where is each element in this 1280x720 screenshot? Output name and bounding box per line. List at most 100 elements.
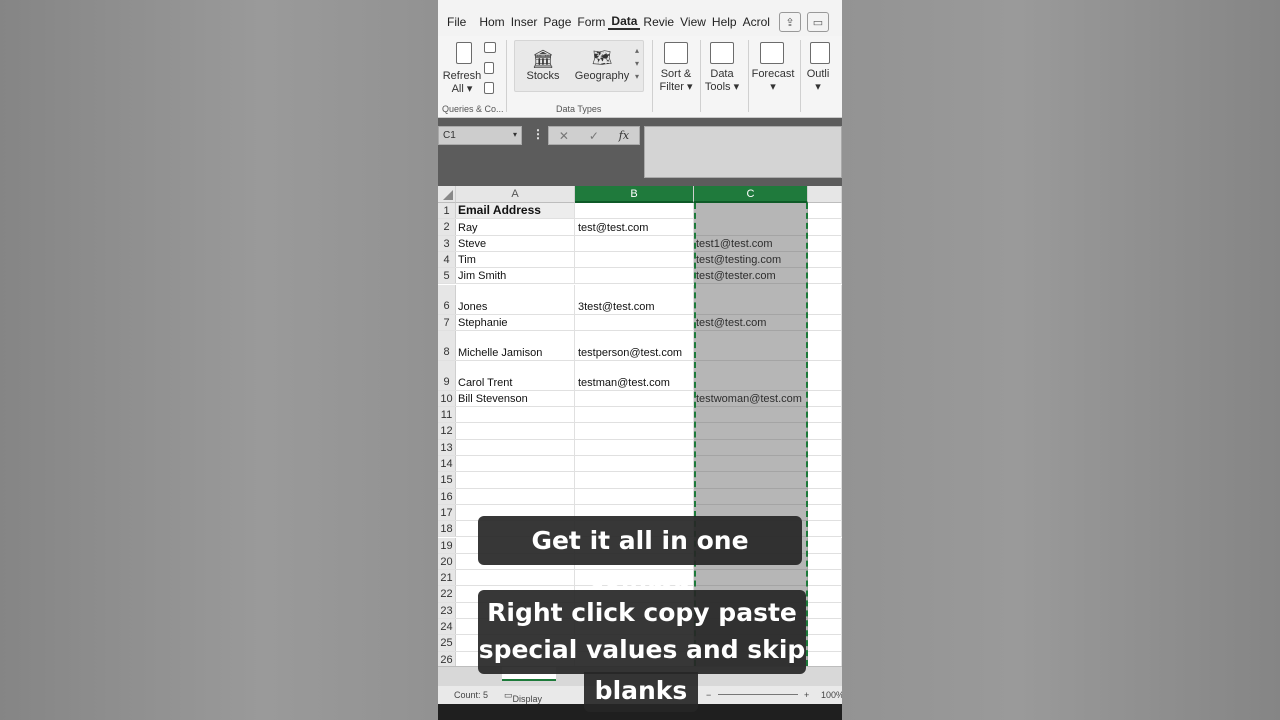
cell-d-13[interactable] bbox=[808, 439, 842, 455]
cell-c-7[interactable]: test@test.com bbox=[694, 314, 808, 330]
cell-d-14[interactable] bbox=[808, 456, 842, 472]
geography-button[interactable]: 🗺 Geography bbox=[574, 48, 630, 83]
cell-c-5[interactable]: test@tester.com bbox=[694, 268, 808, 284]
cell-d-24[interactable] bbox=[808, 619, 842, 635]
cell-c-21[interactable] bbox=[694, 570, 808, 586]
column-header-b[interactable]: B bbox=[575, 186, 694, 203]
cell-b-15[interactable] bbox=[575, 472, 694, 488]
column-header-a[interactable]: A bbox=[456, 186, 575, 203]
data-tools-button[interactable]: Data Tools ▾ bbox=[702, 68, 742, 94]
cell-d-19[interactable] bbox=[808, 537, 842, 553]
active-cell-c1[interactable] bbox=[696, 203, 806, 219]
cell-d-11[interactable] bbox=[808, 407, 842, 423]
column-header-d[interactable] bbox=[808, 186, 842, 203]
cell-a-13[interactable] bbox=[456, 439, 575, 455]
cell-d-23[interactable] bbox=[808, 602, 842, 618]
insert-function-icon[interactable]: fx bbox=[619, 129, 629, 142]
cell-d-1[interactable] bbox=[808, 203, 842, 219]
cell-d-6[interactable] bbox=[808, 284, 842, 314]
select-all-button[interactable] bbox=[438, 186, 456, 203]
cell-b-10[interactable] bbox=[575, 390, 694, 407]
cell-a-6[interactable]: Jones bbox=[456, 284, 575, 314]
row-header[interactable]: 5 bbox=[438, 268, 456, 284]
row-header[interactable]: 17 bbox=[438, 504, 456, 521]
outline-button[interactable]: Outli ▾ bbox=[802, 68, 834, 94]
tab-data[interactable]: Data bbox=[608, 14, 641, 30]
cell-c-11[interactable] bbox=[694, 407, 808, 423]
cell-a-9[interactable]: Carol Trent bbox=[456, 360, 575, 390]
tab-home[interactable]: Hom bbox=[476, 15, 507, 29]
tab-page-layout[interactable]: Page bbox=[540, 15, 574, 29]
row-header[interactable]: 16 bbox=[438, 488, 456, 504]
cell-a-2[interactable]: Ray bbox=[456, 219, 575, 235]
cell-c-6[interactable] bbox=[694, 284, 808, 314]
cell-c-4[interactable]: test@testing.com bbox=[694, 251, 808, 268]
row-header[interactable]: 22 bbox=[438, 586, 456, 602]
cell-a-10[interactable]: Bill Stevenson bbox=[456, 390, 575, 407]
cell-b-3[interactable] bbox=[575, 235, 694, 251]
cell-d-21[interactable] bbox=[808, 570, 842, 586]
cell-c-15[interactable] bbox=[694, 472, 808, 488]
queries-icon[interactable] bbox=[484, 42, 496, 53]
gallery-scroll[interactable]: ▴ ▾ ▾ bbox=[631, 44, 643, 83]
forecast-button[interactable]: Forecast ▾ bbox=[750, 68, 796, 94]
cell-d-10[interactable] bbox=[808, 390, 842, 407]
cell-d-18[interactable] bbox=[808, 521, 842, 537]
cell-c-8[interactable] bbox=[694, 330, 808, 360]
cell-d-26[interactable] bbox=[808, 651, 842, 667]
cell-d-12[interactable] bbox=[808, 423, 842, 439]
cell-a-4[interactable]: Tim bbox=[456, 251, 575, 268]
refresh-all-button[interactable]: Refresh All ▾ bbox=[442, 70, 482, 96]
row-header[interactable]: 6 bbox=[438, 284, 456, 314]
cell-a-12[interactable] bbox=[456, 423, 575, 439]
cell-c-12[interactable] bbox=[694, 423, 808, 439]
cell-d-3[interactable] bbox=[808, 235, 842, 251]
row-header[interactable]: 12 bbox=[438, 423, 456, 439]
cell-c-9[interactable] bbox=[694, 360, 808, 390]
formula-input[interactable] bbox=[644, 126, 842, 178]
zoom-slider[interactable] bbox=[718, 694, 798, 695]
cell-d-20[interactable] bbox=[808, 553, 842, 570]
row-header[interactable]: 3 bbox=[438, 235, 456, 251]
cell-b-14[interactable] bbox=[575, 456, 694, 472]
tab-view[interactable]: View bbox=[677, 15, 709, 29]
tab-review[interactable]: Revie bbox=[640, 15, 677, 29]
cell-b-12[interactable] bbox=[575, 423, 694, 439]
cell-c-16[interactable] bbox=[694, 488, 808, 504]
cancel-icon[interactable]: ✕ bbox=[559, 129, 569, 143]
cell-d-7[interactable] bbox=[808, 314, 842, 330]
cell-d-15[interactable] bbox=[808, 472, 842, 488]
enter-icon[interactable]: ✓ bbox=[589, 129, 599, 143]
cell-b-4[interactable] bbox=[575, 251, 694, 268]
cell-a-21[interactable] bbox=[456, 570, 575, 586]
cell-c-14[interactable] bbox=[694, 456, 808, 472]
edit-links-icon[interactable] bbox=[484, 82, 494, 94]
cell-a-11[interactable] bbox=[456, 407, 575, 423]
zoom-out-button[interactable]: − bbox=[706, 690, 711, 700]
sort-filter-button[interactable]: Sort & Filter ▾ bbox=[656, 68, 696, 94]
row-header[interactable]: 9 bbox=[438, 360, 456, 390]
row-header[interactable]: 4 bbox=[438, 251, 456, 268]
cell-c-10[interactable]: testwoman@test.com bbox=[694, 390, 808, 407]
row-header[interactable]: 20 bbox=[438, 553, 456, 570]
cell-a-5[interactable]: Jim Smith bbox=[456, 268, 575, 284]
column-header-c[interactable]: C bbox=[694, 186, 808, 203]
cell-c-2[interactable] bbox=[694, 219, 808, 235]
row-header[interactable]: 11 bbox=[438, 407, 456, 423]
cell-b-16[interactable] bbox=[575, 488, 694, 504]
cell-d-5[interactable] bbox=[808, 268, 842, 284]
cell-b-9[interactable]: testman@test.com bbox=[575, 360, 694, 390]
row-header[interactable]: 15 bbox=[438, 472, 456, 488]
row-header[interactable]: 1 bbox=[438, 203, 456, 219]
row-header[interactable]: 7 bbox=[438, 314, 456, 330]
cell-b-7[interactable] bbox=[575, 314, 694, 330]
row-header[interactable]: 18 bbox=[438, 521, 456, 537]
cell-d-4[interactable] bbox=[808, 251, 842, 268]
row-header[interactable]: 25 bbox=[438, 635, 456, 651]
properties-icon[interactable] bbox=[484, 62, 494, 74]
cell-a-16[interactable] bbox=[456, 488, 575, 504]
cell-d-17[interactable] bbox=[808, 504, 842, 521]
tab-formulas[interactable]: Form bbox=[574, 15, 608, 29]
row-header[interactable]: 26 bbox=[438, 651, 456, 667]
cell-a-15[interactable] bbox=[456, 472, 575, 488]
